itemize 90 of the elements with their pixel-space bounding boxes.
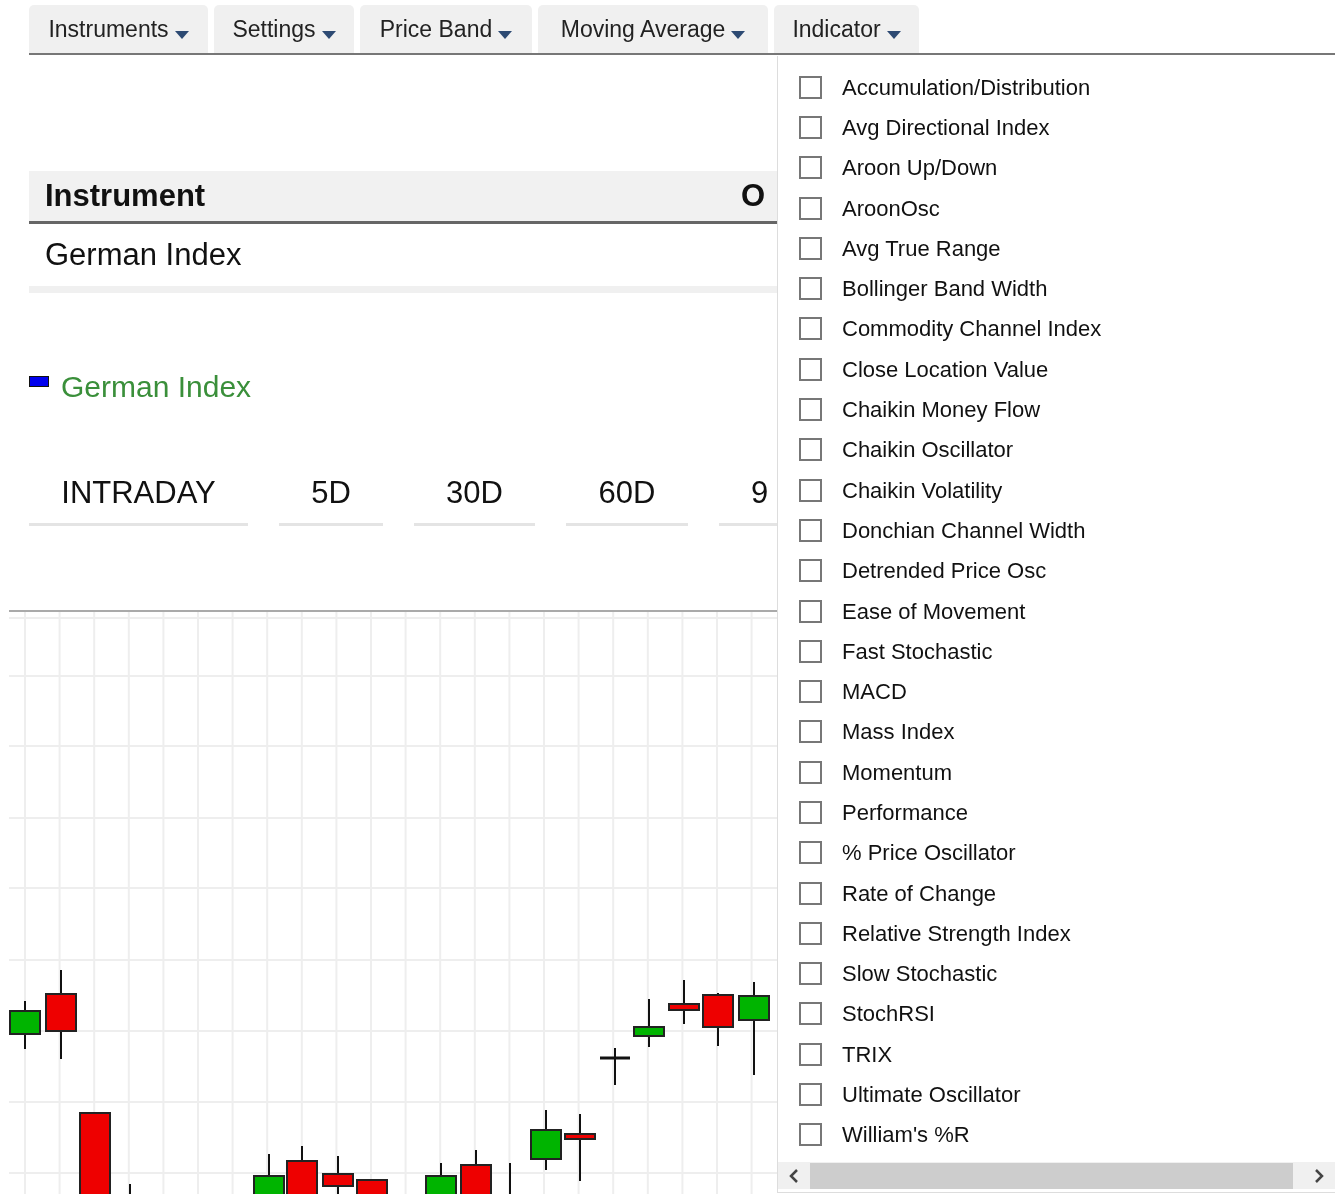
checkbox[interactable] xyxy=(799,599,822,623)
candlestick xyxy=(286,1145,318,1194)
indicator-option[interactable]: Performance xyxy=(842,796,968,829)
menu-tab[interactable]: Settings xyxy=(214,5,354,53)
caret-icon xyxy=(321,31,336,39)
candlestick xyxy=(600,1047,630,1086)
candlestick xyxy=(702,992,734,1047)
checkbox[interactable] xyxy=(799,720,822,744)
indicator-option[interactable]: Close Location Value xyxy=(842,352,1049,386)
indicator-option[interactable]: Momentum xyxy=(842,755,953,789)
checkbox[interactable] xyxy=(799,1123,822,1147)
indicator-option[interactable]: StochRSI xyxy=(842,997,935,1031)
legend-swatch-icon xyxy=(29,375,49,387)
period-tab[interactable]: 60D xyxy=(566,463,688,526)
indicator-option[interactable]: Commodity Channel Index xyxy=(842,312,1102,346)
indicator-option[interactable]: Detrended Price Osc xyxy=(842,554,1047,588)
menu-tab[interactable]: Price Band xyxy=(360,5,532,53)
checkbox[interactable] xyxy=(799,317,822,341)
checkbox[interactable] xyxy=(799,196,822,220)
checkbox[interactable] xyxy=(799,841,822,865)
candlestick xyxy=(322,1155,354,1194)
candlestick xyxy=(460,1149,492,1194)
candlestick xyxy=(356,1179,388,1194)
candlestick xyxy=(633,998,665,1048)
indicator-option[interactable]: AroonOsc xyxy=(842,191,940,225)
indicator-option[interactable]: Ease of Movement xyxy=(842,594,1026,628)
indicator-option[interactable]: Chaikin Money Flow xyxy=(842,393,1041,426)
candlestick xyxy=(509,1162,511,1194)
period-tab[interactable]: INTRADAY xyxy=(29,463,248,526)
menu-tab[interactable]: Indicator xyxy=(774,5,919,53)
candlestick xyxy=(129,1183,131,1194)
checkbox[interactable] xyxy=(799,357,822,381)
checkbox[interactable] xyxy=(799,398,822,421)
indicator-option[interactable]: Accumulation/Distribution xyxy=(842,70,1091,104)
checkbox[interactable] xyxy=(799,236,822,260)
indicator-option[interactable]: Chaikin Volatility xyxy=(842,473,1003,507)
candlestick xyxy=(253,1153,285,1194)
checkbox[interactable] xyxy=(799,156,822,180)
scroll-right-icon[interactable] xyxy=(1314,1168,1324,1183)
legend-label: German Index xyxy=(61,368,252,405)
indicator-option[interactable]: Rate of Change xyxy=(842,876,997,910)
indicator-option[interactable]: Avg True Range xyxy=(842,231,1001,265)
checkbox[interactable] xyxy=(799,881,822,905)
indicator-option[interactable]: Slow Stochastic xyxy=(842,957,998,991)
column-header: O xyxy=(740,176,765,215)
indicator-option[interactable]: Fast Stochastic xyxy=(842,634,993,668)
checkbox[interactable] xyxy=(799,1002,822,1026)
indicator-option[interactable]: Mass Index xyxy=(842,715,955,749)
checkbox[interactable] xyxy=(799,478,822,502)
indicator-option[interactable]: Ultimate Oscillator xyxy=(842,1078,1021,1112)
indicator-option[interactable]: William's %R xyxy=(842,1118,970,1152)
candlestick xyxy=(564,1113,596,1182)
indicator-option[interactable]: Bollinger Band Width xyxy=(842,272,1048,306)
indicator-option[interactable]: MACD xyxy=(842,675,907,709)
candlestick xyxy=(530,1109,562,1171)
indicator-option[interactable]: Chaikin Oscillator xyxy=(842,433,1014,467)
checkbox[interactable] xyxy=(799,115,822,139)
caret-icon xyxy=(886,31,901,39)
candlestick xyxy=(668,979,700,1025)
indicator-option[interactable]: % Price Oscillator xyxy=(842,836,1016,870)
checkbox[interactable] xyxy=(799,518,822,542)
period-tab[interactable]: 5D xyxy=(279,463,383,526)
indicator-option[interactable]: Relative Strength Index xyxy=(842,916,1071,950)
checkbox[interactable] xyxy=(799,1042,822,1066)
checkbox[interactable] xyxy=(799,639,822,663)
caret-icon xyxy=(498,31,513,39)
checkbox[interactable] xyxy=(799,921,822,945)
checkbox[interactable] xyxy=(799,75,822,99)
table-cell-text: German Index xyxy=(45,235,242,274)
indicator-option[interactable]: Donchian Channel Width xyxy=(842,513,1086,547)
menu-tab[interactable]: Moving Average xyxy=(538,5,768,53)
checkbox[interactable] xyxy=(799,559,822,583)
checkbox[interactable] xyxy=(799,277,822,301)
caret-icon xyxy=(731,31,746,39)
checkbox[interactable] xyxy=(799,760,822,784)
checkbox[interactable] xyxy=(799,680,822,704)
indicator-option[interactable]: Aroon Up/Down xyxy=(842,151,998,185)
checkbox[interactable] xyxy=(799,438,822,462)
period-tab[interactable]: 30D xyxy=(414,463,535,526)
menu-tab[interactable]: Instruments xyxy=(29,5,208,53)
column-header: Instrument xyxy=(45,176,206,215)
indicator-option[interactable]: Avg Directional Index xyxy=(842,110,1050,144)
candlestick xyxy=(9,1000,41,1050)
checkbox[interactable] xyxy=(799,962,822,986)
checkbox[interactable] xyxy=(799,1083,822,1107)
checkbox[interactable] xyxy=(799,801,822,824)
indicator-option[interactable]: TRIX xyxy=(842,1037,893,1071)
caret-icon xyxy=(174,31,189,39)
candlestick xyxy=(425,1162,457,1194)
scroll-left-icon[interactable] xyxy=(789,1168,799,1183)
